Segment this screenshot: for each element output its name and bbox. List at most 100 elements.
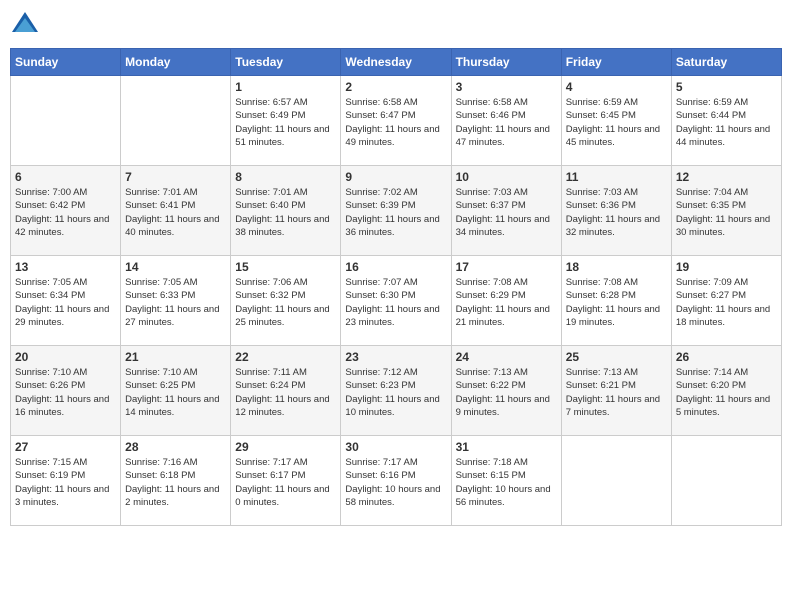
day-number: 5 [676,80,777,94]
calendar-week-5: 27 Sunrise: 7:15 AM Sunset: 6:19 PM Dayli… [11,436,782,526]
weekday-header-wednesday: Wednesday [341,49,451,76]
day-info: Sunrise: 7:14 AM Sunset: 6:20 PM Dayligh… [676,366,777,419]
calendar-cell: 11 Sunrise: 7:03 AM Sunset: 6:36 PM Dayli… [561,166,671,256]
day-number: 23 [345,350,446,364]
day-info: Sunrise: 7:16 AM Sunset: 6:18 PM Dayligh… [125,456,226,509]
day-number: 28 [125,440,226,454]
day-info: Sunrise: 7:05 AM Sunset: 6:33 PM Dayligh… [125,276,226,329]
calendar-cell: 31 Sunrise: 7:18 AM Sunset: 6:15 PM Dayli… [451,436,561,526]
day-number: 16 [345,260,446,274]
calendar-cell: 22 Sunrise: 7:11 AM Sunset: 6:24 PM Dayli… [231,346,341,436]
calendar-cell: 1Sunrise: 6:57 AM Sunset: 6:49 PM Daylig… [231,76,341,166]
calendar-table: SundayMondayTuesdayWednesdayThursdayFrid… [10,48,782,526]
calendar-cell: 29 Sunrise: 7:17 AM Sunset: 6:17 PM Dayli… [231,436,341,526]
weekday-header-thursday: Thursday [451,49,561,76]
day-number: 6 [15,170,116,184]
calendar-cell [121,76,231,166]
calendar-cell: 2 Sunrise: 6:58 AM Sunset: 6:47 PM Daylig… [341,76,451,166]
calendar-cell: 24 Sunrise: 7:13 AM Sunset: 6:22 PM Dayli… [451,346,561,436]
day-number: 10 [456,170,557,184]
calendar-cell: 14Sunrise: 7:05 AM Sunset: 6:33 PM Dayli… [121,256,231,346]
day-number: 12 [676,170,777,184]
day-info: Sunrise: 7:01 AM Sunset: 6:41 PM Dayligh… [125,186,226,239]
day-number: 29 [235,440,336,454]
day-info: Sunrise: 6:58 AM Sunset: 6:46 PM Dayligh… [456,96,557,149]
page-header [10,10,782,40]
calendar-cell: 10 Sunrise: 7:03 AM Sunset: 6:37 PM Dayli… [451,166,561,256]
calendar-cell: 15Sunrise: 7:06 AM Sunset: 6:32 PM Dayli… [231,256,341,346]
calendar-cell: 4 Sunrise: 6:59 AM Sunset: 6:45 PM Daylig… [561,76,671,166]
day-info: Sunrise: 7:05 AM Sunset: 6:34 PM Dayligh… [15,276,116,329]
calendar-cell [11,76,121,166]
day-info: Sunrise: 7:13 AM Sunset: 6:21 PM Dayligh… [566,366,667,419]
day-info: Sunrise: 6:58 AM Sunset: 6:47 PM Dayligh… [345,96,446,149]
day-info: Sunrise: 7:07 AM Sunset: 6:30 PM Dayligh… [345,276,446,329]
day-info: Sunrise: 6:59 AM Sunset: 6:44 PM Dayligh… [676,96,777,149]
day-number: 26 [676,350,777,364]
weekday-header-row: SundayMondayTuesdayWednesdayThursdayFrid… [11,49,782,76]
calendar-cell: 26 Sunrise: 7:14 AM Sunset: 6:20 PM Dayli… [671,346,781,436]
day-info: Sunrise: 7:10 AM Sunset: 6:26 PM Dayligh… [15,366,116,419]
day-info: Sunrise: 6:59 AM Sunset: 6:45 PM Dayligh… [566,96,667,149]
calendar-header: SundayMondayTuesdayWednesdayThursdayFrid… [11,49,782,76]
calendar-cell: 30 Sunrise: 7:17 AM Sunset: 6:16 PM Dayli… [341,436,451,526]
day-number: 27 [15,440,116,454]
day-number: 30 [345,440,446,454]
day-number: 25 [566,350,667,364]
day-number: 3 [456,80,557,94]
weekday-header-sunday: Sunday [11,49,121,76]
day-info: Sunrise: 7:11 AM Sunset: 6:24 PM Dayligh… [235,366,336,419]
weekday-header-friday: Friday [561,49,671,76]
day-number: 2 [345,80,446,94]
day-info: Sunrise: 7:09 AM Sunset: 6:27 PM Dayligh… [676,276,777,329]
calendar-cell: 18Sunrise: 7:08 AM Sunset: 6:28 PM Dayli… [561,256,671,346]
day-number: 9 [345,170,446,184]
day-number: 31 [456,440,557,454]
day-number: 22 [235,350,336,364]
day-number: 1 [235,80,336,94]
day-info: Sunrise: 7:03 AM Sunset: 6:36 PM Dayligh… [566,186,667,239]
day-info: Sunrise: 7:08 AM Sunset: 6:28 PM Dayligh… [566,276,667,329]
calendar-cell: 13 Sunrise: 7:05 AM Sunset: 6:34 PM Dayli… [11,256,121,346]
day-number: 17 [456,260,557,274]
calendar-cell: 23 Sunrise: 7:12 AM Sunset: 6:23 PM Dayli… [341,346,451,436]
day-info: Sunrise: 7:00 AM Sunset: 6:42 PM Dayligh… [15,186,116,239]
day-number: 13 [15,260,116,274]
calendar-cell: 7 Sunrise: 7:01 AM Sunset: 6:41 PM Daylig… [121,166,231,256]
calendar-cell: 6 Sunrise: 7:00 AM Sunset: 6:42 PM Daylig… [11,166,121,256]
calendar-week-3: 13 Sunrise: 7:05 AM Sunset: 6:34 PM Dayli… [11,256,782,346]
day-number: 20 [15,350,116,364]
day-info: Sunrise: 7:03 AM Sunset: 6:37 PM Dayligh… [456,186,557,239]
day-info: Sunrise: 7:15 AM Sunset: 6:19 PM Dayligh… [15,456,116,509]
calendar-cell: 20 Sunrise: 7:10 AM Sunset: 6:26 PM Dayli… [11,346,121,436]
day-number: 4 [566,80,667,94]
day-number: 24 [456,350,557,364]
logo-icon [10,10,40,40]
day-number: 21 [125,350,226,364]
day-info: Sunrise: 7:17 AM Sunset: 6:16 PM Dayligh… [345,456,446,509]
day-number: 11 [566,170,667,184]
calendar-cell: 12 Sunrise: 7:04 AM Sunset: 6:35 PM Dayli… [671,166,781,256]
day-info: Sunrise: 7:01 AM Sunset: 6:40 PM Dayligh… [235,186,336,239]
logo [10,10,44,40]
weekday-header-saturday: Saturday [671,49,781,76]
calendar-cell: 8Sunrise: 7:01 AM Sunset: 6:40 PM Daylig… [231,166,341,256]
day-number: 19 [676,260,777,274]
day-info: Sunrise: 7:18 AM Sunset: 6:15 PM Dayligh… [456,456,557,509]
calendar-week-4: 20 Sunrise: 7:10 AM Sunset: 6:26 PM Dayli… [11,346,782,436]
calendar-cell: 17 Sunrise: 7:08 AM Sunset: 6:29 PM Dayli… [451,256,561,346]
day-info: Sunrise: 7:13 AM Sunset: 6:22 PM Dayligh… [456,366,557,419]
calendar-week-1: 1Sunrise: 6:57 AM Sunset: 6:49 PM Daylig… [11,76,782,166]
calendar-cell [561,436,671,526]
day-number: 15 [235,260,336,274]
calendar-cell: 16 Sunrise: 7:07 AM Sunset: 6:30 PM Dayli… [341,256,451,346]
calendar-cell: 19 Sunrise: 7:09 AM Sunset: 6:27 PM Dayli… [671,256,781,346]
day-info: Sunrise: 7:04 AM Sunset: 6:35 PM Dayligh… [676,186,777,239]
calendar-cell [671,436,781,526]
calendar-cell: 3 Sunrise: 6:58 AM Sunset: 6:46 PM Daylig… [451,76,561,166]
day-info: Sunrise: 7:08 AM Sunset: 6:29 PM Dayligh… [456,276,557,329]
day-info: Sunrise: 7:12 AM Sunset: 6:23 PM Dayligh… [345,366,446,419]
day-number: 7 [125,170,226,184]
calendar-cell: 9Sunrise: 7:02 AM Sunset: 6:39 PM Daylig… [341,166,451,256]
day-info: Sunrise: 7:17 AM Sunset: 6:17 PM Dayligh… [235,456,336,509]
